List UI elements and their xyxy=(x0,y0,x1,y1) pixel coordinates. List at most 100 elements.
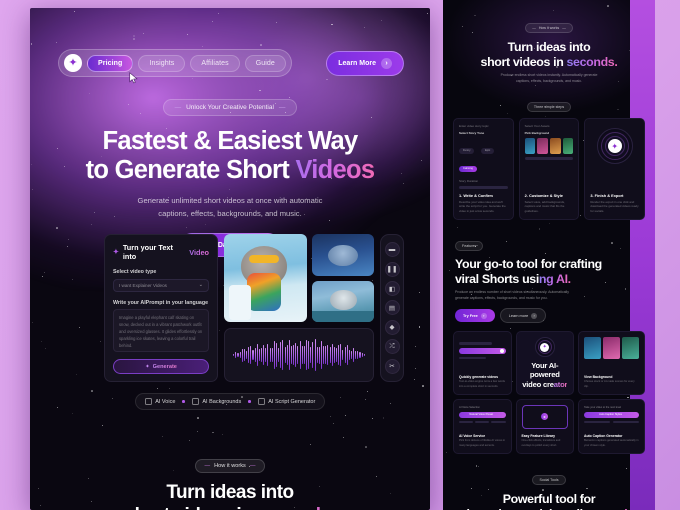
separator-dot xyxy=(248,400,251,403)
tone-option-funny[interactable]: Funny xyxy=(459,148,474,154)
right-hero-line2-plain: short videos in xyxy=(481,55,567,69)
background-thumbnails[interactable] xyxy=(525,138,574,154)
bg-thumb-3[interactable] xyxy=(622,337,639,359)
how-it-works-title: Turn ideas into short videos in seconds. xyxy=(30,482,430,510)
tool-sidebar: ▬ ❚❚ ◧ ▤ ◆ ⤮ ✂ xyxy=(380,234,404,382)
background-slider[interactable] xyxy=(525,157,574,160)
learn-more-button[interactable]: Learn more › xyxy=(500,308,546,323)
preview-stack xyxy=(312,234,374,322)
bento-card-feature-library[interactable]: ▸ Easy Feature Library One-click effects… xyxy=(516,399,575,454)
export-orb[interactable]: ✦ xyxy=(597,128,633,164)
magic-wand-icon[interactable]: ✂ xyxy=(385,359,400,374)
nav-pill-group: ✦ Pricing Insights Affiliates Guide xyxy=(58,49,292,77)
navbar: ✦ Pricing Insights Affiliates Guide Lear… xyxy=(58,46,404,80)
elephant-skater-preview[interactable] xyxy=(224,234,307,322)
chip-ai-backgrounds-label: AI Backgrounds xyxy=(202,399,241,405)
image-icon xyxy=(192,398,199,405)
features-badge: Features xyxy=(455,241,483,251)
nav-item-guide[interactable]: Guide xyxy=(245,55,286,72)
voice-options-row xyxy=(459,421,506,424)
tone-option-epic[interactable]: Epic xyxy=(481,148,494,154)
duration-slider[interactable] xyxy=(459,186,508,189)
record-icon[interactable]: ◆ xyxy=(385,320,400,335)
bento-hero-line2-plain: video cre xyxy=(522,380,554,389)
bento-1-desc: Text-to-video engine turns a few words i… xyxy=(459,380,506,389)
bento-card-quick-generate[interactable]: Quickly generate videos Text-to-video en… xyxy=(453,331,512,395)
growth-badge: Social Tools xyxy=(532,475,565,485)
bg-thumb-2[interactable] xyxy=(603,337,620,359)
video-player-preview[interactable]: ▸ xyxy=(522,405,569,429)
bento-6-title: Auto Caption Generator xyxy=(584,434,639,438)
audio-waveform[interactable] xyxy=(224,328,374,382)
step-card-1: Enter video story topic Select Story Ton… xyxy=(453,118,514,220)
sparkle-icon: ✦ xyxy=(113,248,119,256)
preview-column xyxy=(224,234,374,382)
dash-left-icon: — xyxy=(175,104,182,111)
bento-card-captions[interactable]: Take your video to the next level Auto C… xyxy=(578,399,645,454)
step-3-title: 3. Finish & Export xyxy=(590,193,639,198)
background-thumb-4[interactable] xyxy=(563,138,574,154)
elephant-night-preview[interactable] xyxy=(312,234,374,276)
step-1-control-label: Select Story Tone xyxy=(459,131,508,135)
nav-item-affiliates[interactable]: Affiliates xyxy=(190,55,239,72)
voice-preset-chip[interactable]: Natural Voice Preset xyxy=(459,412,506,418)
how-it-works-line1: Turn ideas into xyxy=(166,482,293,503)
tone-option-calming[interactable]: Calming xyxy=(459,166,477,172)
chip-ai-script-generator[interactable]: AI Script Generator xyxy=(258,398,316,405)
background-thumb-3[interactable] xyxy=(550,138,561,154)
features-line2-highlight: ng AI. xyxy=(539,272,571,286)
pause-icon[interactable]: ❚❚ xyxy=(385,262,400,277)
nav-item-pricing[interactable]: Pricing xyxy=(87,55,133,72)
play-icon: ▸ xyxy=(541,413,548,420)
try-free-button[interactable]: Try Free › xyxy=(455,309,495,322)
bg-thumb-1[interactable] xyxy=(584,337,601,359)
background-thumb-2[interactable] xyxy=(537,138,548,154)
learn-more-label: Learn more xyxy=(509,314,528,318)
bento-6-control: Take your video to the next level xyxy=(584,406,639,409)
dash-right-icon: — xyxy=(279,104,286,111)
features-cta-row: Try Free › Learn more › xyxy=(455,308,643,323)
step-card-3: ✦ 3. Finish & Export Render the export i… xyxy=(584,118,645,220)
bento-card-ai-voice[interactable]: AI Voice Selection Natural Voice Preset … xyxy=(453,399,512,454)
prompt-label: Write your AIPrompt in your language xyxy=(113,300,209,306)
chevron-right-icon: › xyxy=(381,58,392,69)
video-icon[interactable]: ▬ xyxy=(385,242,400,257)
text-to-video-form: ✦ Turn your Text into Video Select video… xyxy=(104,234,218,382)
bento-card-backgrounds[interactable]: View Background Choose stock or AI-made … xyxy=(578,331,645,395)
shuffle-icon[interactable]: ⤮ xyxy=(385,339,400,354)
nav-item-insights[interactable]: Insights xyxy=(138,55,185,72)
features-subtitle-line2: generate captions, effects, backgrounds,… xyxy=(455,296,548,300)
steps-row: Enter video story topic Select Story Ton… xyxy=(443,118,655,220)
sparkle-icon[interactable]: ✦ xyxy=(64,54,82,72)
generate-button[interactable]: ✦ Generate xyxy=(113,359,209,374)
tone-selector[interactable]: Funny Epic Calming xyxy=(459,138,508,174)
dash-right-icon: — xyxy=(562,26,566,30)
chip-ai-script-generator-label: AI Script Generator xyxy=(268,399,315,405)
learn-more-button[interactable]: Learn More › xyxy=(326,51,404,76)
bento-4-desc: Pick from dozens of lifelike AI voices i… xyxy=(459,439,506,448)
caption-style-chip[interactable]: Auto Caption Styles xyxy=(584,412,639,418)
features-line2-plain: viral Shorts usi xyxy=(455,272,539,286)
elephant-water-preview[interactable] xyxy=(312,281,374,323)
chip-ai-voice[interactable]: AI Voice xyxy=(145,398,176,405)
ai-orb: ✦ xyxy=(535,337,555,357)
step-2-mini-label: Select Your Assets xyxy=(525,124,574,128)
save-icon[interactable]: ▤ xyxy=(385,300,400,315)
background-thumb-1[interactable] xyxy=(525,138,536,154)
how-it-works-line2-highlight: seconds. xyxy=(257,505,335,510)
features-title: Your go-to tool for crafting viral Short… xyxy=(455,257,643,286)
bento-6-chip: Auto Caption Styles xyxy=(599,413,622,416)
step-3-desc: Render the export in one click and downl… xyxy=(590,200,639,214)
bento-3-title: View Background xyxy=(584,375,639,379)
layers-icon[interactable]: ◧ xyxy=(385,281,400,296)
hero-title-line1: Fastest & Easiest Way xyxy=(102,127,357,155)
video-type-select[interactable]: I want Explainer Videos ⌄ xyxy=(113,279,209,292)
step-2-title: 2. Customize & Style xyxy=(525,193,574,198)
features-subtitle-line1: Produce an endless number of short video… xyxy=(455,290,569,294)
chip-ai-backgrounds[interactable]: AI Backgrounds xyxy=(192,398,241,405)
step-1-desc: Describe your video idea and we'll write… xyxy=(459,200,508,214)
features-line1: Your go-to tool for crafting xyxy=(455,257,602,271)
caption-options-row xyxy=(584,421,639,424)
preview-gallery xyxy=(224,234,374,322)
prompt-textarea[interactable]: Imagine a playful elephant calf skating … xyxy=(113,309,209,352)
